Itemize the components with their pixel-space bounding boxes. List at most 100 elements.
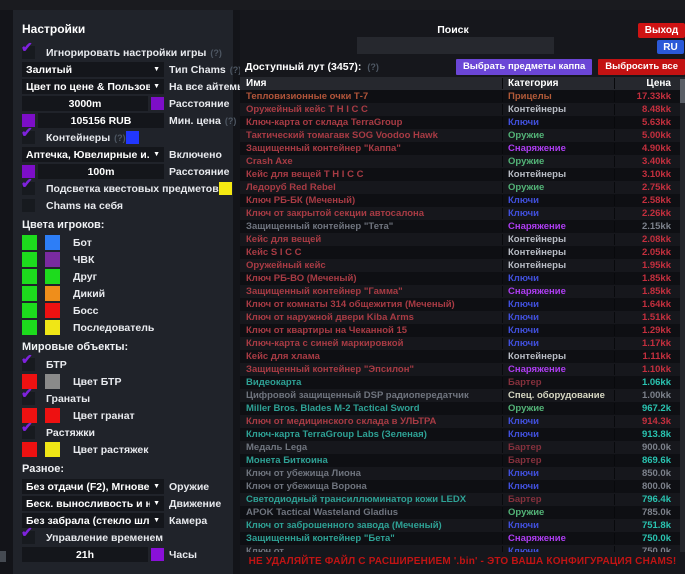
setting-label: Друг (73, 271, 97, 283)
checkbox[interactable]: ✔ (22, 131, 35, 144)
color-swatch[interactable] (45, 320, 60, 335)
checkbox[interactable]: ✔ (22, 358, 35, 371)
checkbox[interactable]: ✔ (22, 182, 35, 195)
table-row[interactable]: Кейс S I C CКонтейнеры2.05kk (240, 246, 680, 259)
table-row[interactable]: Защищенный контейнер "Каппа"Снаряжение4.… (240, 142, 680, 155)
checkbox[interactable]: ✔ (22, 46, 35, 59)
settings-row: Без отдачи (F2), Мгновенное п▼Оружие (22, 479, 229, 494)
dropdown[interactable]: Аптечка, Ювелирные и...▼ (22, 147, 164, 162)
text-input[interactable]: 3000m (22, 96, 148, 111)
table-row[interactable]: Miller Bros. Blades M-2 Tactical SwordОр… (240, 402, 680, 415)
table-row[interactable]: Тепловизионные очки Т-7Прицелы17.33kk (240, 90, 680, 103)
text-input[interactable]: 100m (38, 164, 164, 179)
table-row[interactable]: Медаль LegaБартер900.0k (240, 441, 680, 454)
table-row[interactable]: Ключ от медицинского склада в УЛЬТРАКлюч… (240, 415, 680, 428)
table-row[interactable]: Цифровой защищенный DSP радиопередатчикС… (240, 389, 680, 402)
table-row[interactable]: Монета БиткоинаБартер869.6k (240, 454, 680, 467)
color-swatch[interactable] (45, 235, 60, 250)
table-row[interactable]: Кейс для вещей Т Н I С СКонтейнеры3.10kk (240, 168, 680, 181)
settings-row: Дикий (22, 286, 229, 301)
table-row[interactable]: ВидеокартаБартер1.06kk (240, 376, 680, 389)
table-row[interactable]: Ключ от убежища ВоронаКлючи800.0k (240, 480, 680, 493)
table-row[interactable]: Ключ-карта TerraGroup Labs (Зеленая)Ключ… (240, 428, 680, 441)
column-header-name[interactable]: Имя (240, 78, 502, 89)
table-row[interactable]: Защищенный контейнер "Гамма"Снаряжение1.… (240, 285, 680, 298)
color-swatch[interactable] (45, 408, 60, 423)
table-row[interactable]: Ключ РБ-БК (Меченый)Ключи2.58kk (240, 194, 680, 207)
table-row[interactable]: Светодиодный трансиллюминатор кожи LEDXБ… (240, 493, 680, 506)
table-row[interactable]: Кейс для хламаКонтейнеры1.11kk (240, 350, 680, 363)
table-row[interactable]: Тактический томагавк SOG Voodoo HawkОруж… (240, 129, 680, 142)
color-swatch[interactable] (22, 269, 37, 284)
item-category: Оружие (502, 130, 614, 141)
text-input[interactable]: 21h (22, 547, 148, 562)
item-category: Ключи (502, 429, 614, 440)
table-row[interactable]: Оружейный кейс Т Н I С СКонтейнеры8.48kk (240, 103, 680, 116)
item-category: Ключи (502, 117, 614, 128)
input-group: 105156 RUB (22, 113, 164, 128)
table-row[interactable]: Crash AxeОружие3.40kk (240, 155, 680, 168)
color-swatch[interactable] (45, 374, 60, 389)
color-swatch[interactable] (22, 320, 37, 335)
color-swatch[interactable] (219, 182, 232, 195)
item-category: Контейнеры (502, 234, 614, 245)
drop-all-button[interactable]: Выбросить все (598, 59, 685, 75)
table-row[interactable]: Ключ от убежища ЛионаКлючи850.0k (240, 467, 680, 480)
checkbox[interactable]: ✔ (22, 531, 35, 544)
table-row[interactable]: Ключ от наружной двери Kiba ArmsКлючи1.5… (240, 311, 680, 324)
checkbox[interactable] (22, 199, 35, 212)
table-row[interactable]: Ключ от ...Ключи750.0k (240, 545, 680, 552)
checkbox[interactable]: ✔ (22, 426, 35, 439)
color-swatch[interactable] (151, 97, 164, 110)
table-row[interactable]: Ключ от закрытой секции автосалонаКлючи2… (240, 207, 680, 220)
table-row[interactable]: Ключ-карта от склада TerraGroupКлючи5.63… (240, 116, 680, 129)
checkbox[interactable]: ✔ (22, 392, 35, 405)
scrollbar[interactable] (680, 77, 685, 552)
item-category: Оружие (502, 403, 614, 414)
item-category: Оружие (502, 507, 614, 518)
dropdown[interactable]: Без отдачи (F2), Мгновенное п▼ (22, 479, 164, 494)
table-row[interactable]: Защищенный контейнер "Тета"Снаряжение2.1… (240, 220, 680, 233)
dropdown[interactable]: Залитый▼ (22, 62, 164, 77)
table-row[interactable]: Защищенный контейнер "Бета"Снаряжение750… (240, 532, 680, 545)
text-input[interactable]: 105156 RUB (38, 113, 164, 128)
table-row[interactable]: Защищенный контейнер "Эпсилон"Снаряжение… (240, 363, 680, 376)
color-swatch[interactable] (22, 286, 37, 301)
color-swatch[interactable] (151, 548, 164, 561)
dropdown[interactable]: Беск. выносливость и нет уста▼ (22, 496, 164, 511)
search-input[interactable] (357, 37, 554, 54)
item-category: Прицелы (502, 91, 614, 102)
table-row[interactable]: Ключ от комнаты 314 общежития (Меченый)К… (240, 298, 680, 311)
scrollbar-thumb[interactable] (680, 79, 685, 103)
table-row[interactable]: Оружейный кейсКонтейнеры1.95kk (240, 259, 680, 272)
table-row[interactable]: Кейс для вещейКонтейнеры2.08kk (240, 233, 680, 246)
table-row[interactable]: APOK Tactical Wasteland GladiusОружие785… (240, 506, 680, 519)
table-row[interactable]: Ключ от квартиры на Чеканной 15Ключи1.29… (240, 324, 680, 337)
table-row[interactable]: Ключ РБ-ВО (Меченый)Ключи1.85kk (240, 272, 680, 285)
item-price: 2.75kk (614, 182, 680, 193)
color-swatch[interactable] (22, 442, 37, 457)
table-row[interactable]: Ключ-карта с синей маркировкойКлючи1.17k… (240, 337, 680, 350)
table-row[interactable]: Ключ от заброшенного завода (Меченый)Клю… (240, 519, 680, 532)
select-kappa-items-button[interactable]: Выбрать предметы каппа (456, 59, 592, 75)
color-swatch[interactable] (22, 303, 37, 318)
exit-button[interactable]: Выход (638, 23, 685, 38)
item-category: Снаряжение (502, 533, 614, 544)
dropdown[interactable]: Цвет по цене & Пользователь▼ (22, 79, 164, 94)
column-header-price[interactable]: Цена (614, 78, 680, 89)
column-header-category[interactable]: Категория (502, 78, 614, 89)
table-row[interactable]: Ледоруб Red RebelОружие2.75kk (240, 181, 680, 194)
chevron-down-icon: ▼ (153, 83, 160, 90)
color-swatch[interactable] (22, 235, 37, 250)
color-swatch[interactable] (45, 303, 60, 318)
color-swatch[interactable] (45, 252, 60, 267)
dropdown[interactable]: Без забрала (стекло шлема)▼ (22, 513, 164, 528)
color-swatch[interactable] (45, 269, 60, 284)
language-button[interactable]: RU (657, 40, 684, 54)
color-swatch[interactable] (22, 252, 37, 267)
chevron-down-icon: ▼ (153, 66, 160, 73)
color-swatch[interactable] (45, 286, 60, 301)
color-swatch[interactable] (45, 442, 60, 457)
item-price: 1.85kk (614, 286, 680, 297)
color-swatch[interactable] (126, 131, 139, 144)
